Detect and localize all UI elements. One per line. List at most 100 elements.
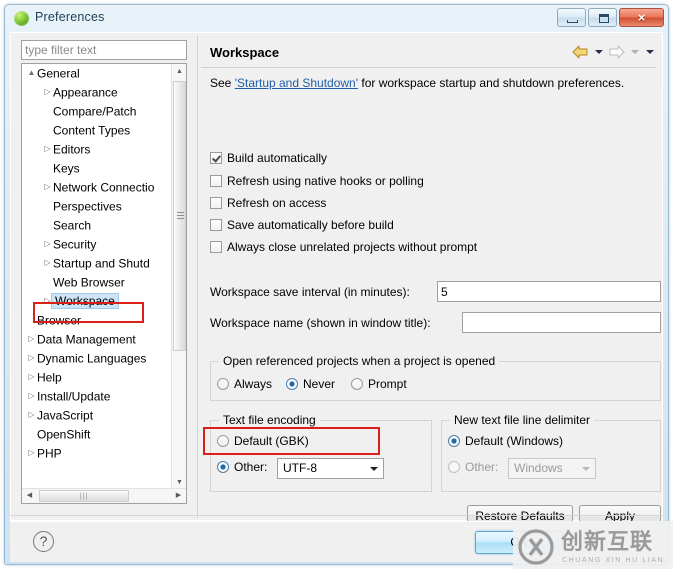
watermark-overlay: 创新互联 CHUANG XIN HU LIAN [513, 521, 673, 569]
encoding-combo[interactable]: UTF-8 [277, 458, 384, 479]
radio-always[interactable]: Always [217, 376, 272, 393]
radio-label: Prompt [368, 377, 407, 391]
expand-arrow-icon: ▷ [42, 101, 53, 120]
back-history-chevron-down-icon[interactable] [592, 44, 605, 60]
back-arrow-icon[interactable] [571, 44, 590, 60]
tree-vertical-scrollbar[interactable]: ▲ ▼ [171, 64, 186, 490]
tree-item-network-connections[interactable]: ▷ Network Connectio [22, 178, 172, 197]
view-menu-chevron-down-icon[interactable] [643, 44, 656, 60]
checkbox-icon[interactable] [210, 196, 222, 209]
checkbox-refresh-using-native-hooks[interactable]: Refresh using native hooks or polling [210, 173, 424, 190]
field-label: Workspace name (shown in window title): [210, 316, 431, 330]
expand-arrow-icon[interactable]: ▲ [26, 64, 37, 82]
radio-delimiter-other[interactable]: Other: [448, 459, 498, 476]
tree-item-startup-and-shutdown[interactable]: ▷ Startup and Shutd [22, 254, 172, 273]
field-label: Workspace save interval (in minutes): [210, 285, 410, 299]
workspace-name-label: Workspace name (shown in window title): [210, 313, 431, 334]
checkbox-label: Save automatically before build [227, 218, 394, 232]
radio-icon[interactable] [217, 377, 229, 390]
tree-item-security[interactable]: ▷ Security [22, 235, 172, 254]
expand-arrow-icon: ▷ [42, 158, 53, 177]
maximize-button[interactable] [588, 8, 617, 27]
checkbox-icon[interactable] [210, 240, 222, 253]
checkbox-icon[interactable] [210, 174, 222, 187]
scroll-right-icon[interactable]: ▶ [171, 489, 186, 503]
checkbox-icon[interactable] [210, 151, 222, 164]
radio-encoding-other[interactable]: Other: [217, 459, 267, 476]
expand-arrow-icon[interactable]: ▷ [26, 405, 37, 424]
filter-input[interactable] [21, 40, 187, 60]
help-icon[interactable]: ? [33, 531, 54, 552]
radio-label: Always [234, 377, 273, 391]
expand-arrow-icon[interactable]: ▷ [26, 329, 37, 348]
expand-arrow-icon[interactable]: ▷ [42, 291, 53, 310]
expand-arrow-icon[interactable]: ▷ [26, 386, 37, 405]
expand-arrow-icon[interactable]: ▷ [26, 443, 37, 462]
tree-item-javascript[interactable]: ▷ JavaScript [22, 406, 172, 425]
tree-item-php[interactable]: ▷ PHP [22, 444, 172, 463]
expand-arrow-icon[interactable]: ▷ [26, 348, 37, 367]
scroll-left-icon[interactable]: ◀ [22, 489, 37, 503]
radio-icon[interactable] [448, 434, 460, 447]
tree-item-label: Startup and Shutd [53, 256, 150, 271]
checkbox-icon[interactable] [210, 218, 222, 231]
scroll-up-icon[interactable]: ▲ [172, 64, 186, 79]
tree-item-label: Keys [53, 161, 80, 176]
tree-item-general[interactable]: ▲ General [22, 64, 172, 83]
checkbox-build-automatically[interactable]: Build automatically [210, 150, 327, 167]
tree-item-help[interactable]: ▷ Help [22, 368, 172, 387]
tree-item-data-management[interactable]: ▷ Data Management [22, 330, 172, 349]
pane-divider[interactable] [197, 35, 198, 518]
tree-item-search[interactable]: ▷Search [22, 216, 172, 235]
expand-arrow-icon[interactable]: ▷ [42, 253, 53, 272]
delimiter-combo-value: Windows [514, 461, 563, 475]
vertical-scroll-thumb[interactable] [173, 81, 186, 351]
tree-item-perspectives[interactable]: ▷Perspectives [22, 197, 172, 216]
tree-horizontal-scrollbar[interactable]: ◀ ||| ▶ [22, 488, 186, 503]
radio-never[interactable]: Never [286, 376, 335, 393]
tree-item-dynamic-languages[interactable]: ▷ Dynamic Languages [22, 349, 172, 368]
tree-item-label: General [37, 66, 80, 81]
checkbox-refresh-on-access[interactable]: Refresh on access [210, 195, 326, 212]
radio-delimiter-default[interactable]: Default (Windows) [448, 433, 563, 450]
tree-item-appearance[interactable]: ▷ Appearance [22, 83, 172, 102]
tree-item-browser[interactable]: ▷Browser [22, 311, 172, 330]
tree-item-workspace[interactable]: ▷ Workspace [22, 292, 172, 311]
startup-and-shutdown-link[interactable]: 'Startup and Shutdown' [235, 76, 358, 90]
radio-icon[interactable] [217, 460, 229, 473]
encoding-combo-value: UTF-8 [283, 461, 317, 475]
workspace-name-input[interactable] [462, 312, 661, 333]
tree-item-keys[interactable]: ▷Keys [22, 159, 172, 178]
expand-arrow-icon[interactable]: ▷ [42, 82, 53, 101]
preferences-dialog-screenshot: Preferences × type filter text ▲ General… [0, 0, 673, 569]
tree-item-content-types[interactable]: ▷Content Types [22, 121, 172, 140]
dialog-client-area: ▲General ▷Appearance ▷Compare/Patch ▷Con… [10, 32, 663, 528]
radio-encoding-default[interactable]: Default (GBK) [217, 433, 309, 450]
horizontal-scroll-thumb[interactable]: ||| [39, 490, 129, 502]
minimize-button[interactable] [557, 8, 586, 27]
workspace-save-interval-input[interactable] [437, 281, 661, 302]
radio-icon[interactable] [286, 377, 298, 390]
radio-prompt[interactable]: Prompt [351, 376, 407, 393]
tree-item-web-browser[interactable]: ▷Web Browser [22, 273, 172, 292]
radio-icon[interactable] [217, 434, 229, 447]
tree-item-editors[interactable]: ▷ Editors [22, 140, 172, 159]
checkbox-always-close-unrelated-projects[interactable]: Always close unrelated projects without … [210, 239, 477, 256]
preferences-tree[interactable]: ▲General ▷Appearance ▷Compare/Patch ▷Con… [21, 63, 187, 504]
tree-item-openshift[interactable]: ▷OpenShift [22, 425, 172, 444]
expand-arrow-icon[interactable]: ▷ [42, 234, 53, 253]
tree-item-install-update[interactable]: ▷ Install/Update [22, 387, 172, 406]
tree-item-label: Help [37, 370, 62, 385]
checkbox-save-automatically-before-build[interactable]: Save automatically before build [210, 217, 394, 234]
chevron-down-icon[interactable] [366, 459, 383, 478]
radio-icon[interactable] [351, 377, 363, 390]
expand-arrow-icon[interactable]: ▷ [42, 139, 53, 158]
expand-arrow-icon: ▷ [42, 272, 53, 291]
radio-icon[interactable] [448, 460, 460, 473]
expand-arrow-icon[interactable]: ▷ [42, 177, 53, 196]
window-titlebar: Preferences × [5, 5, 668, 32]
expand-arrow-icon[interactable]: ▷ [26, 367, 37, 386]
tree-item-compare-patch[interactable]: ▷Compare/Patch [22, 102, 172, 121]
tree-item-label: Compare/Patch [53, 104, 137, 119]
close-button[interactable]: × [619, 8, 664, 27]
